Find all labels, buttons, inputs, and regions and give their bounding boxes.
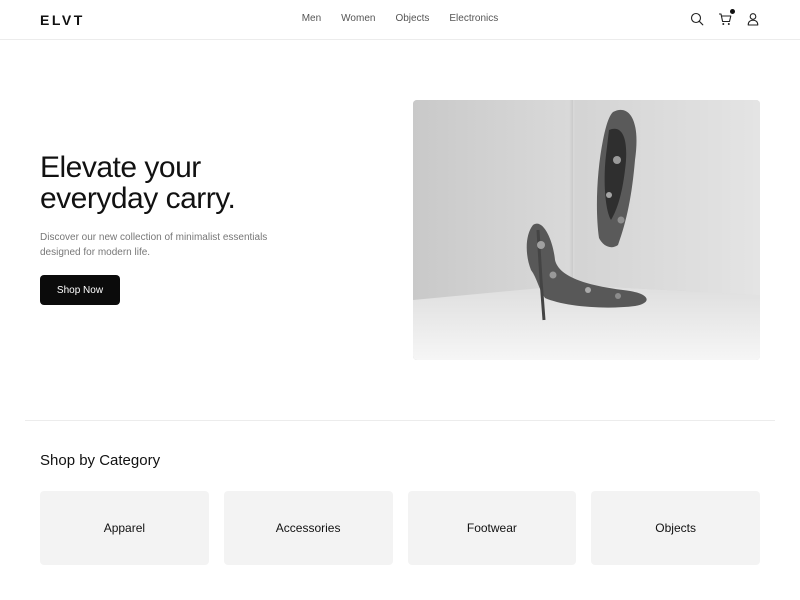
category-card-apparel[interactable]: Apparel (40, 491, 209, 565)
hero-title: Elevate your everyday carry. (40, 152, 370, 214)
category-card-objects[interactable]: Objects (591, 491, 760, 565)
user-icon[interactable] (746, 12, 760, 26)
search-icon[interactable] (690, 12, 704, 26)
hero-image (413, 100, 760, 360)
category-card-footwear[interactable]: Footwear (407, 491, 577, 565)
hero-subtitle: Discover our new collection of minimalis… (40, 232, 268, 258)
section-divider (25, 420, 775, 421)
nav-item-women[interactable]: Women (341, 13, 375, 24)
category-grid: Apparel Accessories Footwear Objects (40, 491, 760, 565)
hero-title-line-2: everyday carry. (40, 182, 236, 215)
shop-now-button[interactable]: Shop Now (40, 275, 120, 305)
nav-item-objects[interactable]: Objects (395, 13, 429, 24)
main-nav: Men Women Objects Electronics (0, 13, 800, 24)
cart-icon[interactable] (718, 9, 735, 26)
header-actions (690, 9, 760, 26)
categories-title: Shop by Category (40, 452, 161, 469)
cart-badge (730, 9, 735, 14)
nav-item-men[interactable]: Men (302, 13, 321, 24)
site-header: ELVT Men Women Objects Electronics (0, 0, 800, 40)
nav-item-electronics[interactable]: Electronics (449, 13, 498, 24)
hero-title-line-1: Elevate your (40, 151, 201, 184)
category-card-accessories[interactable]: Accessories (223, 491, 393, 565)
